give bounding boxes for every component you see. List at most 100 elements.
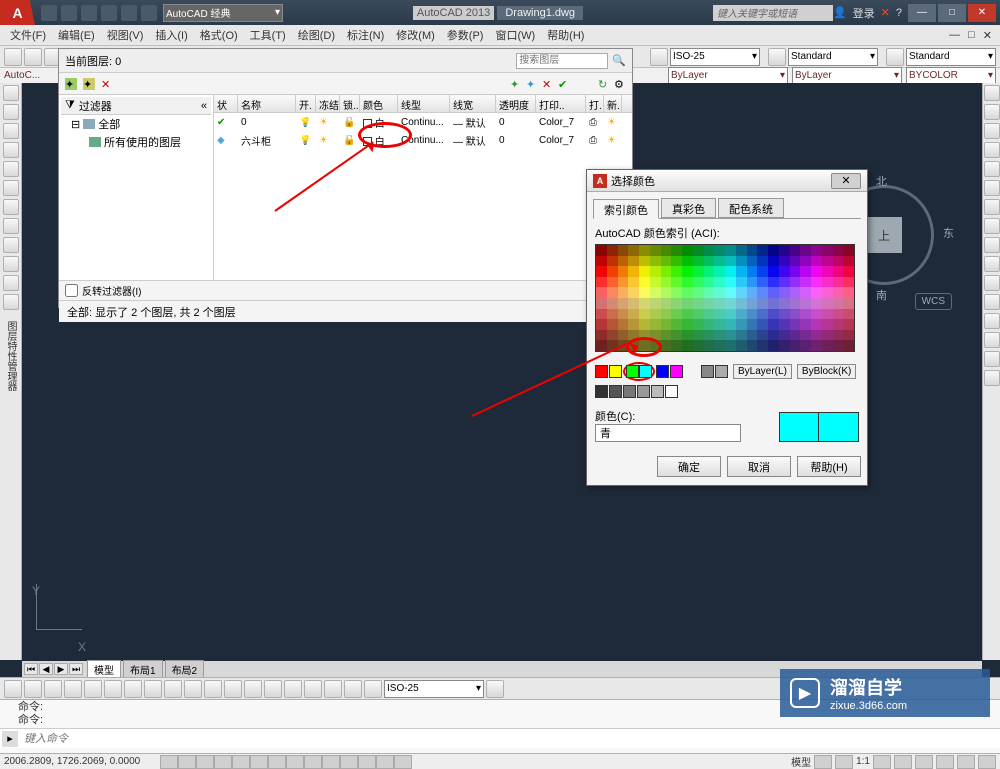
aci-cell[interactable] — [714, 245, 725, 256]
ortho-toggle[interactable] — [196, 755, 214, 769]
aci-cell[interactable] — [693, 298, 704, 309]
col-freeze[interactable]: 冻结 — [316, 95, 340, 112]
command-input[interactable] — [20, 733, 1000, 745]
aci-cell[interactable] — [790, 266, 801, 277]
layout2-tab[interactable]: 布局2 — [165, 660, 205, 679]
new-filter2-icon[interactable]: ✦ — [526, 78, 538, 90]
printer-icon[interactable]: ⎙ — [589, 117, 597, 128]
aci-cell[interactable] — [596, 277, 607, 288]
gray-sw[interactable] — [665, 385, 678, 398]
aci-cell[interactable] — [779, 287, 790, 298]
bulb-on-icon[interactable]: 💡 — [299, 117, 311, 128]
aci-cell[interactable] — [725, 298, 736, 309]
std-blue[interactable] — [656, 365, 669, 378]
login-label[interactable]: 登录 — [853, 5, 875, 21]
aci-cell[interactable] — [790, 287, 801, 298]
color-dropdown[interactable]: BYCOLOR▾ — [906, 67, 996, 85]
aci-cell[interactable] — [714, 298, 725, 309]
aci-cell[interactable] — [618, 287, 629, 298]
aci-cell[interactable] — [833, 330, 844, 341]
aci-cell[interactable] — [725, 330, 736, 341]
aci-cell[interactable] — [607, 245, 618, 256]
qat-save-icon[interactable] — [81, 5, 97, 21]
aci-cell[interactable] — [704, 277, 715, 288]
aci-cell[interactable] — [790, 277, 801, 288]
dim-break-icon[interactable] — [224, 680, 242, 698]
aci-cell[interactable] — [790, 330, 801, 341]
workspace-dropdown[interactable]: AutoCAD 经典 ▾ — [163, 4, 283, 22]
aci-cell[interactable] — [650, 319, 661, 330]
aci-cell[interactable] — [790, 319, 801, 330]
lock-ui-icon[interactable] — [915, 755, 933, 769]
std-gray1[interactable] — [701, 365, 714, 378]
aci-cell[interactable] — [811, 309, 822, 320]
extend-icon[interactable] — [984, 275, 1000, 291]
aci-cell[interactable] — [661, 330, 672, 341]
aci-cell[interactable] — [628, 245, 639, 256]
grid-toggle[interactable] — [178, 755, 196, 769]
aci-cell[interactable] — [725, 319, 736, 330]
aci-cell[interactable] — [843, 330, 854, 341]
aci-cell[interactable] — [800, 330, 811, 341]
tpy-toggle[interactable] — [340, 755, 358, 769]
aci-cell[interactable] — [618, 256, 629, 267]
aci-cell[interactable] — [661, 287, 672, 298]
gray-sw[interactable] — [609, 385, 622, 398]
aci-cell[interactable] — [790, 309, 801, 320]
aci-cell[interactable] — [639, 287, 650, 298]
aci-cell[interactable] — [843, 340, 854, 351]
aci-cell[interactable] — [790, 256, 801, 267]
aci-cell[interactable] — [800, 309, 811, 320]
aci-cell[interactable] — [671, 256, 682, 267]
scale-label[interactable]: 1:1 — [856, 756, 870, 767]
dimstyle-combo[interactable]: ISO-25▾ — [384, 680, 484, 698]
aci-cell[interactable] — [747, 287, 758, 298]
isolate-icon[interactable] — [957, 755, 975, 769]
chamfer-icon[interactable] — [984, 332, 1000, 348]
aci-cell[interactable] — [650, 277, 661, 288]
dim-space-icon[interactable] — [204, 680, 222, 698]
aci-cell[interactable] — [607, 256, 618, 267]
std-gray2[interactable] — [715, 365, 728, 378]
col-color[interactable]: 颜色 — [360, 95, 398, 112]
dim-angular-icon[interactable] — [44, 680, 62, 698]
fillet-icon[interactable] — [984, 351, 1000, 367]
aci-cell[interactable] — [757, 340, 768, 351]
aci-cell[interactable] — [693, 287, 704, 298]
aci-cell[interactable] — [779, 330, 790, 341]
aci-cell[interactable] — [704, 287, 715, 298]
aci-cell[interactable] — [682, 277, 693, 288]
aci-cell[interactable] — [661, 340, 672, 351]
col-lock[interactable]: 锁.. — [340, 95, 360, 112]
aci-cell[interactable] — [843, 266, 854, 277]
aci-cell[interactable] — [639, 256, 650, 267]
aci-cell[interactable] — [736, 340, 747, 351]
dim-aligned-icon[interactable] — [24, 680, 42, 698]
qat-new-icon[interactable] — [41, 5, 57, 21]
col-trans[interactable]: 透明度 — [496, 95, 536, 112]
aci-cell[interactable] — [747, 330, 758, 341]
aci-cell[interactable] — [704, 256, 715, 267]
aci-cell[interactable] — [843, 256, 854, 267]
bylayer-button[interactable]: ByLayer(L) — [733, 364, 792, 379]
col-name[interactable]: 名称 — [238, 95, 296, 112]
aci-cell[interactable] — [725, 266, 736, 277]
tab-prev-icon[interactable]: ◀ — [39, 663, 53, 675]
col-status[interactable]: 状 — [214, 95, 238, 112]
aci-cell[interactable] — [736, 319, 747, 330]
aci-cell[interactable] — [607, 319, 618, 330]
aci-cell[interactable] — [714, 256, 725, 267]
aci-cell[interactable] — [671, 330, 682, 341]
delete-layer-icon[interactable]: ✕ — [101, 78, 113, 90]
aci-cell[interactable] — [757, 298, 768, 309]
aci-cell[interactable] — [714, 319, 725, 330]
aci-cell[interactable] — [671, 245, 682, 256]
color-swatch[interactable] — [363, 119, 372, 128]
aci-cell[interactable] — [639, 330, 650, 341]
aci-cell[interactable] — [704, 298, 715, 309]
aci-cell[interactable] — [671, 277, 682, 288]
tablestyle-dropdown[interactable]: Standard▾ — [906, 48, 996, 66]
dim-diameter-icon[interactable] — [104, 680, 122, 698]
bulb-on-icon[interactable]: 💡 — [299, 135, 311, 146]
new-layer-vp-icon[interactable]: ✦ — [83, 78, 95, 90]
